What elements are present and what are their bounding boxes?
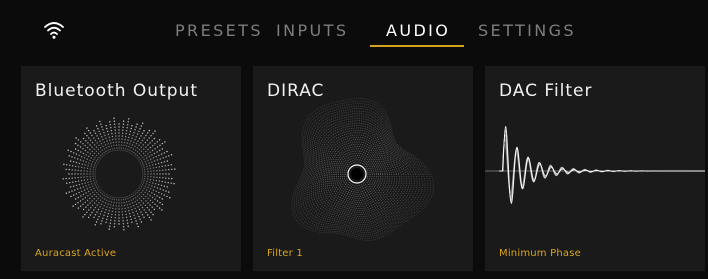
card-title: Bluetooth Output bbox=[35, 81, 198, 101]
card-dirac[interactable]: DIRAC Filter 1 bbox=[253, 66, 473, 271]
card-dac-filter[interactable]: DAC Filter Minimum Phase bbox=[485, 66, 705, 271]
top-navigation-bar: PRESETS INPUTS AUDIO SETTINGS bbox=[0, 0, 708, 56]
active-tab-indicator bbox=[370, 45, 464, 47]
tab-inputs[interactable]: INPUTS bbox=[276, 21, 348, 40]
card-status: Filter 1 bbox=[267, 248, 303, 259]
tab-audio[interactable]: AUDIO bbox=[386, 21, 450, 40]
tab-presets[interactable]: PRESETS bbox=[175, 21, 263, 40]
card-title: DAC Filter bbox=[499, 81, 593, 101]
card-status: Minimum Phase bbox=[499, 248, 581, 259]
impulse-waveform bbox=[485, 125, 705, 205]
card-bluetooth-output[interactable]: Bluetooth Output Auracast Active bbox=[21, 66, 241, 271]
card-status: Auracast Active bbox=[35, 248, 117, 259]
radial-rays bbox=[62, 117, 176, 231]
tab-settings[interactable]: SETTINGS bbox=[478, 21, 576, 40]
contour-rings bbox=[291, 98, 434, 241]
audio-cards: Bluetooth Output Auracast Active DIRAC F… bbox=[21, 66, 705, 271]
card-title: DIRAC bbox=[267, 81, 325, 101]
tab-bar: PRESETS INPUTS AUDIO SETTINGS bbox=[0, 0, 708, 56]
